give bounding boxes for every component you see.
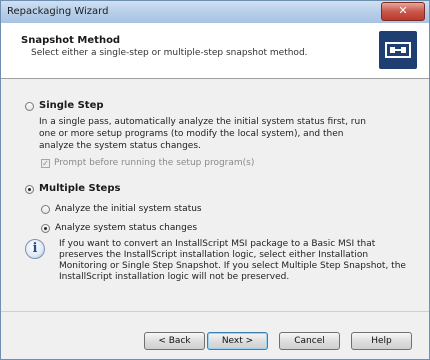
analyze-initial-radio[interactable] — [41, 205, 50, 214]
next-button[interactable]: Next > — [207, 332, 268, 350]
prompt-checkbox-label: Prompt before running the setup program(… — [54, 158, 255, 168]
page-title: Snapshot Method — [21, 35, 121, 46]
wizard-header: Snapshot Method Select either a single-s… — [1, 23, 429, 79]
multiple-steps-radio[interactable] — [25, 185, 34, 194]
window-title: Repackaging Wizard — [7, 6, 109, 17]
cancel-button[interactable]: Cancel — [279, 332, 340, 350]
multiple-steps-label[interactable]: Multiple Steps — [39, 183, 120, 194]
info-note: If you want to convert an InstallScript … — [59, 239, 406, 282]
prompt-checkbox[interactable]: ✓ — [41, 159, 50, 168]
single-step-label[interactable]: Single Step — [39, 100, 104, 111]
help-button[interactable]: Help — [351, 332, 412, 350]
back-button[interactable]: < Back — [144, 332, 205, 350]
analyze-changes-radio[interactable] — [41, 224, 50, 233]
repackaging-wizard-window: Repackaging Wizard ✕ Snapshot Method Sel… — [0, 0, 430, 360]
page-subtitle: Select either a single-step or multiple-… — [31, 48, 308, 58]
snapshot-icon — [379, 31, 417, 69]
single-step-radio[interactable] — [25, 102, 34, 111]
close-button[interactable]: ✕ — [381, 2, 425, 21]
analyze-initial-label[interactable]: Analyze the initial system status — [55, 204, 202, 214]
title-bar[interactable]: Repackaging Wizard ✕ — [1, 1, 429, 24]
analyze-changes-label[interactable]: Analyze system status changes — [55, 223, 197, 233]
single-step-description: In a single pass, automatically analyze … — [39, 117, 366, 151]
wizard-content: Single Step In a single pass, automatica… — [1, 79, 429, 311]
info-icon: i — [25, 239, 45, 259]
button-bar: < Back Next > Cancel Help — [1, 311, 429, 360]
